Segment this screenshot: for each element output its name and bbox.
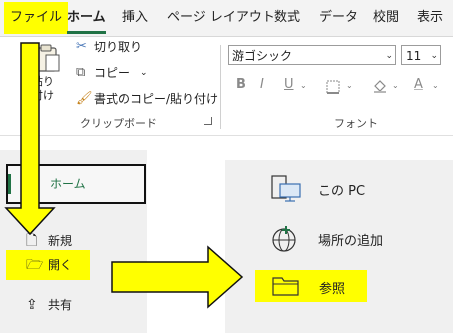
- nav-home-label: ホーム: [50, 177, 86, 191]
- tab-file[interactable]: ファイル: [4, 2, 69, 34]
- globe-plus-icon: [272, 226, 296, 252]
- location-add-place[interactable]: 場所の追加: [266, 222, 426, 256]
- nav-share-label: 共有: [48, 298, 73, 312]
- chevron-down-icon[interactable]: ⌄: [140, 64, 148, 82]
- copy-button[interactable]: コピー: [94, 64, 130, 82]
- chevron-down-icon[interactable]: ⌄: [346, 81, 353, 90]
- folder-icon: [272, 277, 299, 296]
- cut-button[interactable]: 切り取り: [94, 38, 142, 56]
- share-icon: ⇪: [26, 297, 38, 313]
- tab-insert[interactable]: 挿入: [119, 6, 151, 30]
- group-divider: [220, 45, 221, 129]
- scissors-icon: ✂: [76, 39, 87, 54]
- clipboard-group-label: クリップボード: [80, 117, 157, 130]
- backstage-nav: ホーム 🗋 新規 🗁 開く ⇪ 共有: [0, 150, 147, 333]
- browse-label: 参照: [319, 282, 346, 297]
- font-color-button[interactable]: A: [414, 77, 423, 92]
- chevron-down-icon[interactable]: ⌄: [300, 81, 307, 90]
- borders-icon[interactable]: [326, 80, 340, 94]
- chevron-down-icon[interactable]: ⌄: [432, 81, 439, 90]
- font-name-value: 游ゴシック: [232, 49, 293, 63]
- paintbrush-icon: 🖌: [76, 91, 93, 106]
- location-browse[interactable]: 参照: [255, 270, 367, 302]
- nav-open-label: 開く: [48, 258, 73, 272]
- font-group-label: フォント: [334, 117, 378, 130]
- tab-data[interactable]: データ: [316, 6, 361, 30]
- fill-color-icon[interactable]: [372, 78, 388, 94]
- clipboard-dialog-launcher[interactable]: [204, 117, 212, 125]
- copy-icon: ⧉: [76, 65, 86, 80]
- format-painter-button[interactable]: 書式のコピー/貼り付け: [94, 90, 218, 108]
- paste-button[interactable]: 貼り付け: [28, 41, 66, 107]
- nav-open[interactable]: 🗁 開く: [6, 250, 90, 280]
- computer-icon: [271, 175, 301, 202]
- tab-formulas[interactable]: 数式: [271, 6, 303, 30]
- ribbon: 貼り付け ✂ 切り取り ⧉ コピー ⌄ 🖌 書式のコピー/貼り付け クリップボー…: [0, 37, 453, 136]
- italic-button[interactable]: I: [260, 77, 264, 92]
- chevron-down-icon: ⌄: [430, 51, 438, 61]
- tab-home[interactable]: ホーム: [64, 6, 109, 34]
- location-this-pc[interactable]: この PC: [266, 172, 426, 206]
- tab-review[interactable]: 校閲: [370, 6, 402, 30]
- add-place-label: 場所の追加: [318, 234, 384, 249]
- underline-button[interactable]: U: [284, 77, 294, 92]
- folder-open-icon: 🗁: [26, 257, 44, 273]
- nav-share[interactable]: ⇪ 共有: [6, 288, 142, 322]
- this-pc-label: この PC: [318, 184, 366, 199]
- tab-view[interactable]: 表示: [414, 6, 446, 30]
- clipboard-icon: [35, 44, 60, 72]
- font-name-select[interactable]: 游ゴシック ⌄: [228, 45, 396, 65]
- ribbon-tabs: ファイル ホーム 挿入 ページ レイアウト 数式 データ 校閲 表示: [0, 0, 453, 37]
- tab-page-layout[interactable]: ページ レイアウト: [164, 6, 278, 30]
- nav-home[interactable]: ホーム: [6, 164, 146, 204]
- bold-button[interactable]: B: [236, 77, 246, 92]
- font-size-value: 11: [406, 49, 422, 63]
- font-size-select[interactable]: 11 ⌄: [401, 45, 441, 65]
- chevron-down-icon[interactable]: ⌄: [392, 81, 399, 90]
- chevron-down-icon: ⌄: [385, 51, 393, 61]
- paste-label: 貼り付け: [32, 75, 54, 102]
